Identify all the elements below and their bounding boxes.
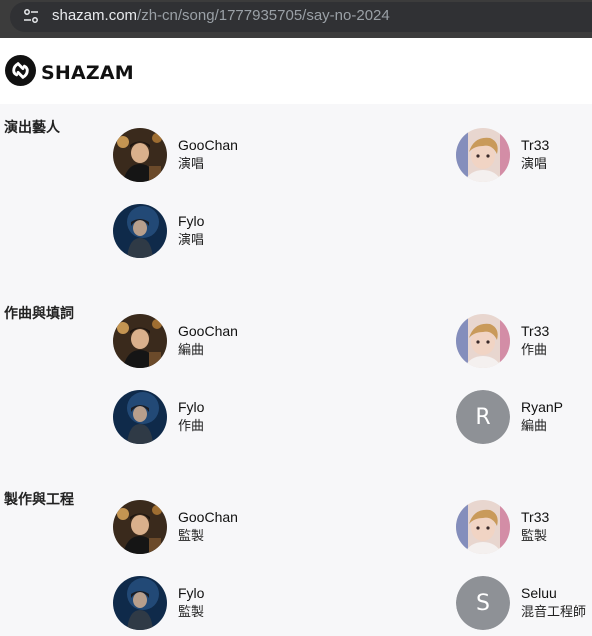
avatar bbox=[113, 314, 167, 368]
credit-item[interactable]: R RyanP 編曲 bbox=[456, 390, 563, 444]
section-title-performers: 演出藝人 bbox=[4, 120, 60, 136]
credit-item[interactable]: GooChan 演唱 bbox=[113, 128, 238, 182]
credit-role: 編曲 bbox=[521, 419, 548, 434]
credit-name: GooChan bbox=[178, 509, 238, 525]
credit-name: Tr33 bbox=[521, 323, 550, 339]
credit-role: 監製 bbox=[521, 529, 548, 544]
credit-item[interactable]: Tr33 演唱 bbox=[456, 128, 549, 182]
credit-name: RyanP bbox=[521, 399, 564, 415]
credit-item[interactable]: S Seluu 混音工程師 bbox=[456, 576, 586, 630]
shazam-logo[interactable]: SHAZAM bbox=[5, 55, 134, 91]
credit-role: 演唱 bbox=[178, 233, 205, 248]
credit-name: Tr33 bbox=[521, 137, 550, 153]
credit-role: 編曲 bbox=[178, 343, 205, 358]
credit-item[interactable]: Tr33 監製 bbox=[456, 500, 549, 554]
avatar bbox=[456, 500, 510, 554]
credit-role: 演唱 bbox=[521, 157, 548, 172]
section-title-composition: 作曲與填詞 bbox=[4, 306, 74, 322]
browser-url-bar: shazam.com/zh-cn/song/1777935705/say-no-… bbox=[0, 0, 592, 38]
credit-role: 演唱 bbox=[178, 157, 205, 172]
credit-name: GooChan bbox=[178, 323, 238, 339]
avatar: R bbox=[456, 390, 510, 444]
avatar: S bbox=[456, 576, 510, 630]
credit-role: 作曲 bbox=[178, 419, 205, 434]
credit-role: 監製 bbox=[178, 529, 205, 544]
avatar bbox=[113, 390, 167, 444]
credit-item[interactable]: Fylo 演唱 bbox=[113, 204, 204, 258]
credit-name: Fylo bbox=[178, 585, 205, 601]
credit-role: 作曲 bbox=[521, 343, 548, 358]
credit-name: Seluu bbox=[521, 585, 557, 601]
section-title-production: 製作與工程 bbox=[4, 492, 74, 508]
credit-item[interactable]: Tr33 作曲 bbox=[456, 314, 549, 368]
avatar bbox=[113, 204, 167, 258]
tune-icon[interactable] bbox=[22, 7, 40, 25]
credit-role: 監製 bbox=[178, 605, 205, 620]
site-header: SHAZAM bbox=[0, 38, 592, 104]
url-host: shazam.com bbox=[52, 7, 138, 24]
logo-text: SHAZAM bbox=[41, 62, 134, 84]
credit-name: Fylo bbox=[178, 399, 205, 415]
credit-item[interactable]: GooChan 編曲 bbox=[113, 314, 238, 368]
avatar bbox=[456, 128, 510, 182]
avatar-letter: R bbox=[456, 390, 510, 444]
credit-name: Fylo bbox=[178, 213, 205, 229]
avatar-letter: S bbox=[456, 576, 510, 630]
url-path: /zh-cn/song/1777935705/say-no-2024 bbox=[137, 7, 390, 24]
avatar bbox=[113, 500, 167, 554]
avatar bbox=[113, 128, 167, 182]
avatar bbox=[456, 314, 510, 368]
shazam-logo-icon bbox=[5, 55, 36, 91]
credit-role: 混音工程師 bbox=[521, 605, 587, 620]
avatar bbox=[113, 576, 167, 630]
credit-item[interactable]: Fylo 作曲 bbox=[113, 390, 204, 444]
credit-item[interactable]: GooChan 監製 bbox=[113, 500, 238, 554]
url-text[interactable]: shazam.com/zh-cn/song/1777935705/say-no-… bbox=[52, 7, 390, 25]
credit-name: Tr33 bbox=[521, 509, 550, 525]
credit-item[interactable]: Fylo 監製 bbox=[113, 576, 204, 630]
credit-name: GooChan bbox=[178, 137, 238, 153]
